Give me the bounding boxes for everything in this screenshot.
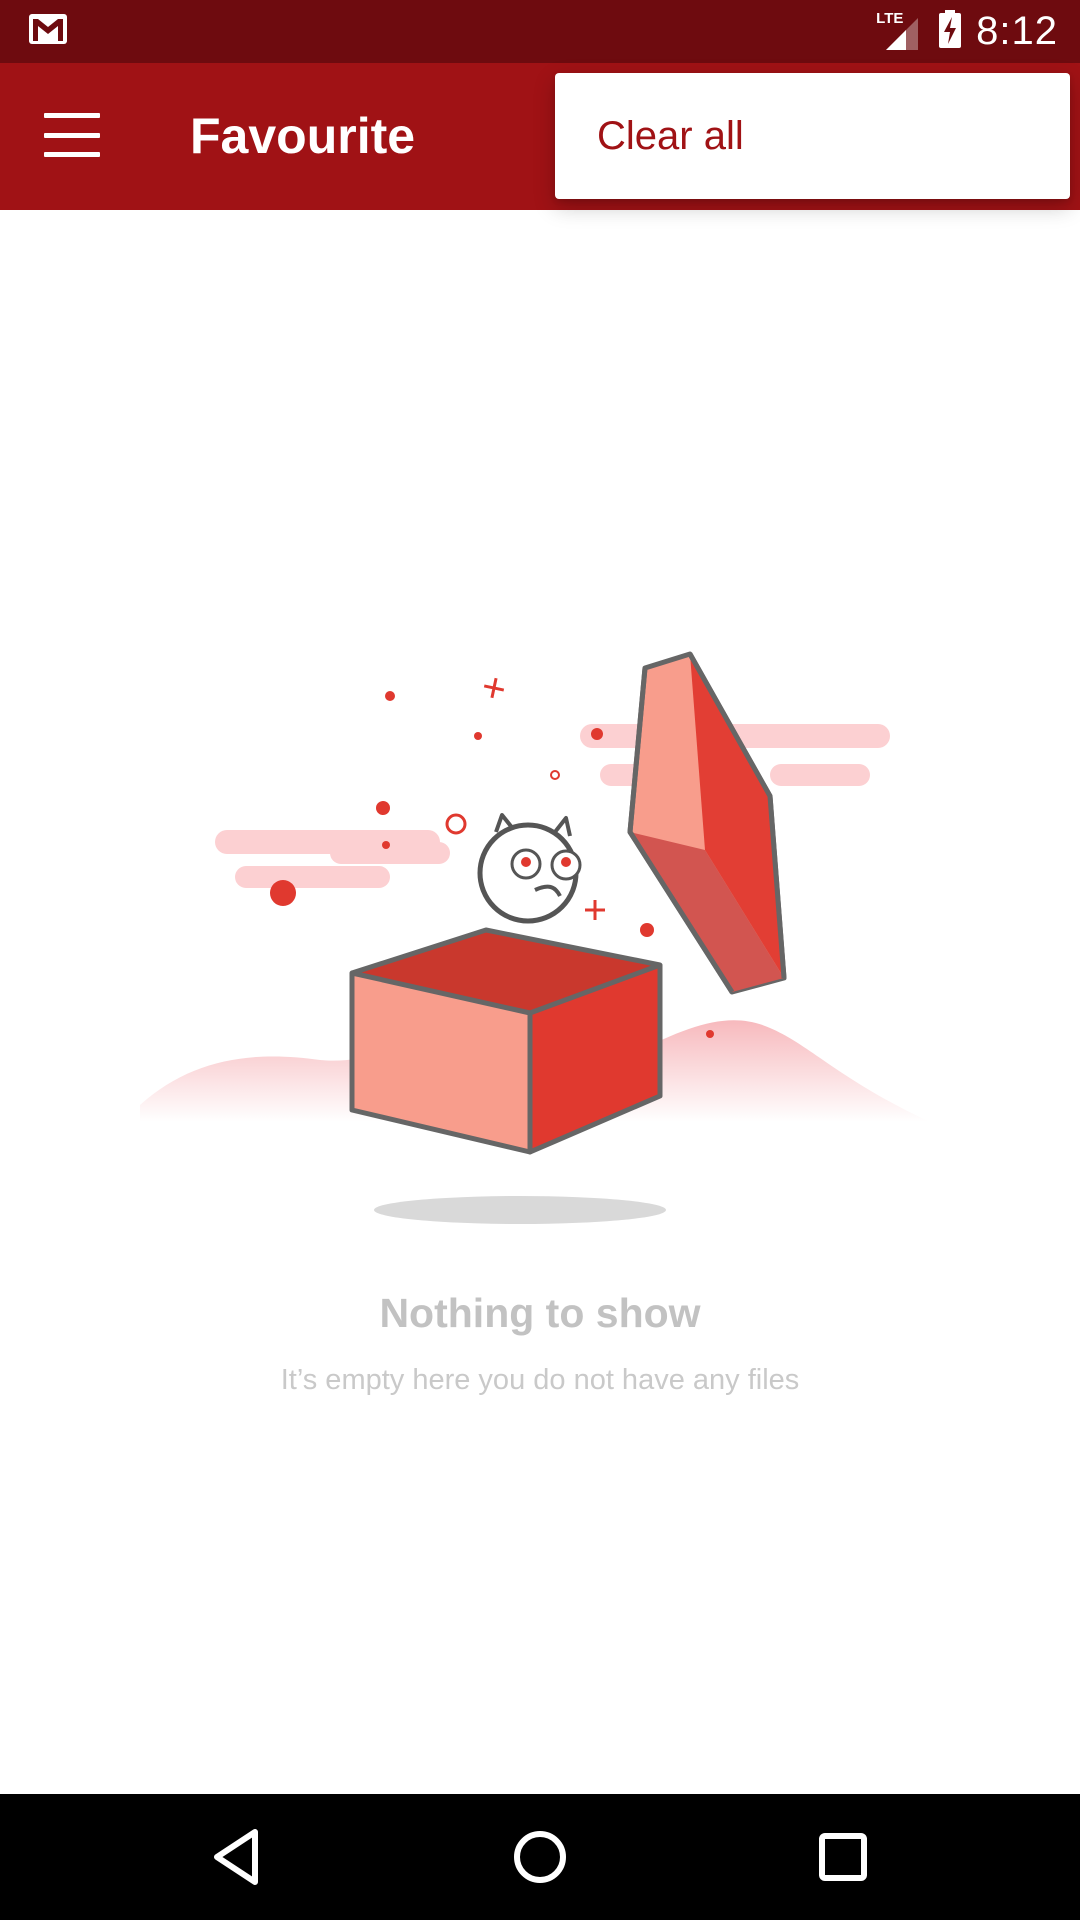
- recents-icon[interactable]: [806, 1820, 880, 1894]
- clear-all-menu-item[interactable]: Clear all: [555, 73, 1070, 199]
- menu-line: [44, 132, 100, 138]
- page-title: Favourite: [190, 108, 416, 164]
- empty-state-subtitle: It’s empty here you do not have any file…: [280, 1364, 800, 1396]
- status-left: [28, 13, 68, 50]
- status-time: 8:12: [976, 9, 1058, 53]
- home-icon[interactable]: [503, 1820, 577, 1894]
- hamburger-menu-icon[interactable]: [44, 113, 100, 157]
- status-bar: LTE 8:12: [0, 0, 1080, 63]
- menu-line: [44, 152, 100, 157]
- empty-state-title: Nothing to show: [379, 1290, 701, 1336]
- overflow-menu: Clear all: [555, 73, 1070, 199]
- signal-icon: LTE: [876, 10, 924, 52]
- back-icon[interactable]: [200, 1820, 274, 1894]
- jack-in-the-box-illustration: [130, 640, 950, 1240]
- status-right: LTE 8:12: [876, 9, 1058, 54]
- battery-charging-icon: [938, 9, 962, 54]
- menu-line: [44, 113, 100, 118]
- gmail-icon: [28, 13, 68, 50]
- navigation-bar: [0, 1794, 1080, 1920]
